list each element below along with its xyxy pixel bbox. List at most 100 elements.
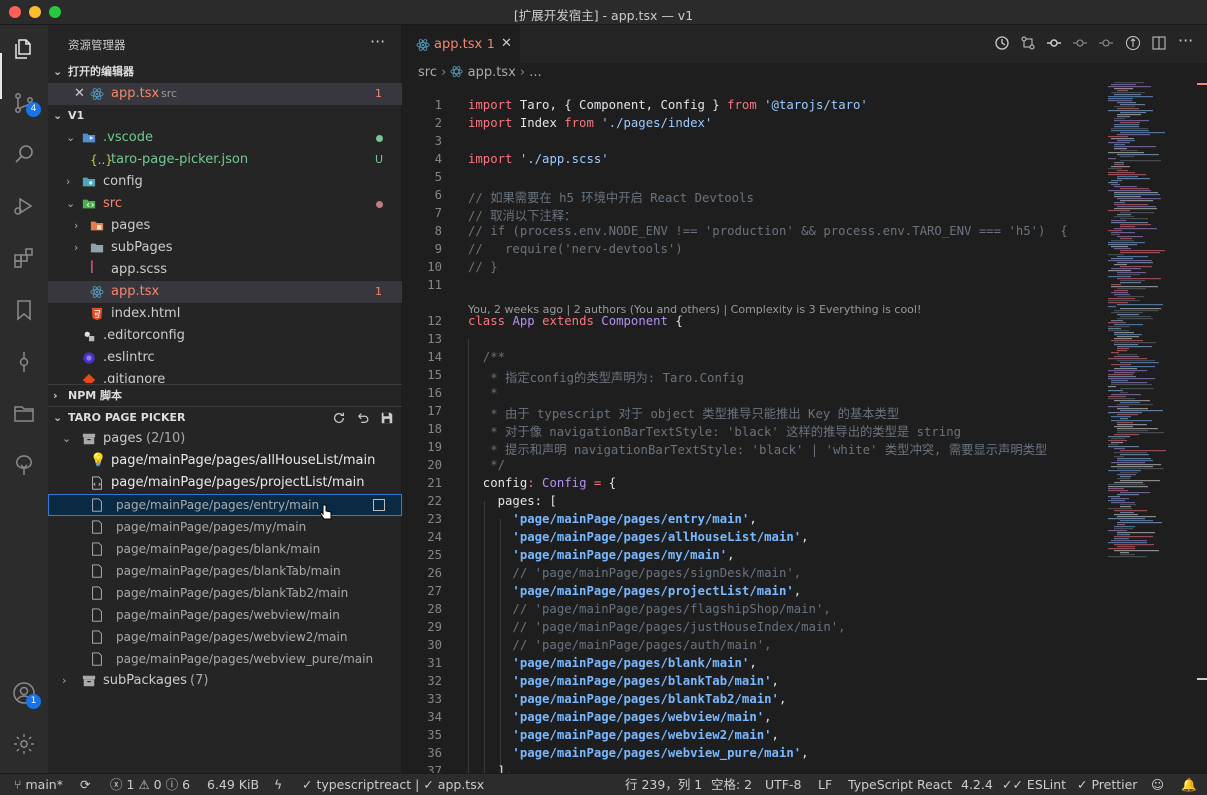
encoding[interactable]: UTF-8: [765, 774, 801, 795]
prettier-status[interactable]: ✓ Prettier: [1077, 774, 1137, 795]
picker-subpackages-group[interactable]: › subPackages (7): [48, 670, 402, 692]
tree-icon[interactable]: [12, 453, 36, 477]
extensions-icon[interactable]: [12, 246, 36, 270]
minimap-line: [1108, 302, 1128, 304]
workspace-section[interactable]: ⌄ V1: [48, 105, 402, 127]
more-actions-icon[interactable]: ···: [370, 32, 385, 51]
eslint-status[interactable]: ✓✓ ESLint: [1002, 774, 1066, 795]
tree-item-vscode[interactable]: ⌄ .vscode: [48, 127, 402, 149]
npm-scripts-section[interactable]: › NPM 脚本: [48, 384, 402, 406]
minimap[interactable]: [1104, 80, 1194, 560]
picker-page-item[interactable]: page/mainPage/pages/webview_pure/main: [48, 648, 402, 670]
folder-icon[interactable]: [12, 401, 36, 425]
tree-item-pages[interactable]: › pages: [48, 215, 402, 237]
open-changes-icon[interactable]: [1125, 35, 1141, 51]
feedback-icon[interactable]: ☺: [1151, 774, 1164, 795]
account-icon[interactable]: 1: [12, 681, 41, 709]
tree-item-label: .vscode: [103, 130, 153, 145]
cursor-position[interactable]: 行 239，列 1: [625, 774, 702, 795]
chevron-right-icon: ›: [66, 175, 71, 188]
bell-icon[interactable]: 🔔: [1181, 774, 1197, 795]
open-editors-section[interactable]: ⌄ 打开的编辑器: [48, 61, 402, 83]
git-commit-icon[interactable]: [1046, 35, 1062, 51]
code-view[interactable]: You, 2 weeks ago | 2 authors (You and ot…: [402, 95, 1102, 773]
file-size: 6.49 KiB: [207, 777, 260, 792]
open-editor-item[interactable]: ✕ app.tsx src 1: [48, 83, 402, 105]
picker-page-item[interactable]: page/mainPage/pages/blankTab2/main: [48, 582, 402, 604]
minimap-line: [1120, 188, 1149, 190]
indentation[interactable]: 空格: 2: [711, 774, 752, 795]
minimap-line: [1120, 250, 1165, 252]
minimap-line: [1108, 496, 1120, 498]
history-icon[interactable]: [994, 35, 1010, 51]
search-icon[interactable]: [12, 142, 36, 166]
tree-item-index-html[interactable]: index.html: [48, 303, 402, 325]
picker-page-item[interactable]: page/mainPage/pages/blank/main: [48, 538, 402, 560]
picker-page-item[interactable]: page/mainPage/pages/blankTab/main: [48, 560, 402, 582]
minimap-line: [1120, 492, 1150, 494]
tree-item-eslintrc[interactable]: .eslintrc: [48, 347, 402, 369]
git-compare-icon[interactable]: [1020, 35, 1036, 51]
bookmark-icon[interactable]: [12, 298, 36, 322]
minimap-line: [1120, 480, 1160, 482]
explorer-icon[interactable]: [12, 37, 36, 61]
sync-icon[interactable]: ⟳: [80, 774, 90, 795]
picker-page-item[interactable]: page/mainPage/pages/projectList/main: [48, 472, 402, 494]
lightning-icon[interactable]: ϟ: [274, 774, 282, 795]
breadcrumb-file[interactable]: app.tsx: [468, 65, 516, 80]
tree-item-app-tsx[interactable]: app.tsx 1: [48, 281, 402, 303]
more-actions-icon[interactable]: ···: [1178, 31, 1193, 50]
line-number: 19: [427, 440, 442, 454]
minimap-line: [1120, 450, 1166, 452]
tree-item-config[interactable]: › config: [48, 171, 402, 193]
picker-page-item[interactable]: page/mainPage/pages/webview/main: [48, 604, 402, 626]
file-icon: [92, 586, 102, 600]
picker-page-item[interactable]: 💡 page/mainPage/pages/allHouseList/main: [48, 450, 402, 472]
save-icon[interactable]: [380, 411, 394, 425]
picker-page-item[interactable]: page/mainPage/pages/entry/main: [48, 494, 402, 520]
tab-app-tsx[interactable]: app.tsx 1 ✕: [402, 25, 520, 63]
next-change-icon[interactable]: [1098, 35, 1114, 51]
tree-item-editorconfig[interactable]: .editorconfig: [48, 325, 402, 347]
split-editor-icon[interactable]: [1151, 35, 1167, 51]
tree-item-app-scss[interactable]: ꟾ app.scss: [48, 259, 402, 281]
previous-change-icon[interactable]: [1072, 35, 1088, 51]
tree-item-subpages[interactable]: › subPages: [48, 237, 402, 259]
pin-checkbox[interactable]: [373, 499, 385, 511]
tree-item-src[interactable]: ⌄ src: [48, 193, 402, 215]
language-mode[interactable]: TypeScript React: [848, 774, 952, 795]
minimap-line: [1117, 478, 1130, 480]
minimap-line: [1120, 506, 1131, 508]
minimap-line: [1111, 268, 1141, 270]
minimap-line: [1117, 430, 1148, 432]
run-debug-icon[interactable]: [12, 194, 36, 218]
language-check[interactable]: ✓ typescriptreact | ✓ app.tsx: [302, 774, 484, 795]
minimap-line: [1111, 258, 1133, 260]
minimap-line: [1120, 226, 1135, 228]
code-line: /**: [468, 350, 506, 364]
problems-indicator[interactable]: ⓧ 1 ⚠ 0 ⓘ 6: [110, 774, 190, 795]
code-line: */: [468, 458, 506, 472]
code-line: 'page/mainPage/pages/allHouseList/main',: [512, 530, 809, 544]
taro-page-picker-section[interactable]: ⌄ TARO PAGE PICKER: [48, 406, 402, 428]
source-control-icon[interactable]: 4: [12, 91, 41, 117]
eol[interactable]: LF: [818, 774, 832, 795]
refresh-icon[interactable]: [332, 411, 346, 425]
tree-item-gitignore[interactable]: .gitignore: [48, 369, 402, 383]
branch-indicator[interactable]: ⑂ main*: [14, 774, 63, 795]
picker-page-item[interactable]: page/mainPage/pages/my/main: [48, 516, 402, 538]
git-commit-icon[interactable]: [12, 350, 36, 374]
breadcrumb-folder[interactable]: src: [418, 65, 437, 80]
minimap-line: [1117, 198, 1161, 200]
picker-pages-group[interactable]: ⌄ pages (2/10): [48, 428, 402, 450]
picker-page-item[interactable]: page/mainPage/pages/webview2/main: [48, 626, 402, 648]
close-icon[interactable]: ✕: [501, 36, 512, 51]
minimap-line: [1111, 286, 1158, 288]
close-icon[interactable]: ✕: [74, 83, 88, 105]
undo-icon[interactable]: [356, 411, 370, 425]
tree-item-taro-page-picker[interactable]: {..} taro-page-picker.json U: [48, 149, 402, 171]
gear-icon[interactable]: [12, 732, 36, 756]
breadcrumb-tail[interactable]: ...: [529, 65, 541, 80]
code-line: // }: [468, 260, 498, 274]
ts-version[interactable]: 4.2.4: [961, 774, 993, 795]
